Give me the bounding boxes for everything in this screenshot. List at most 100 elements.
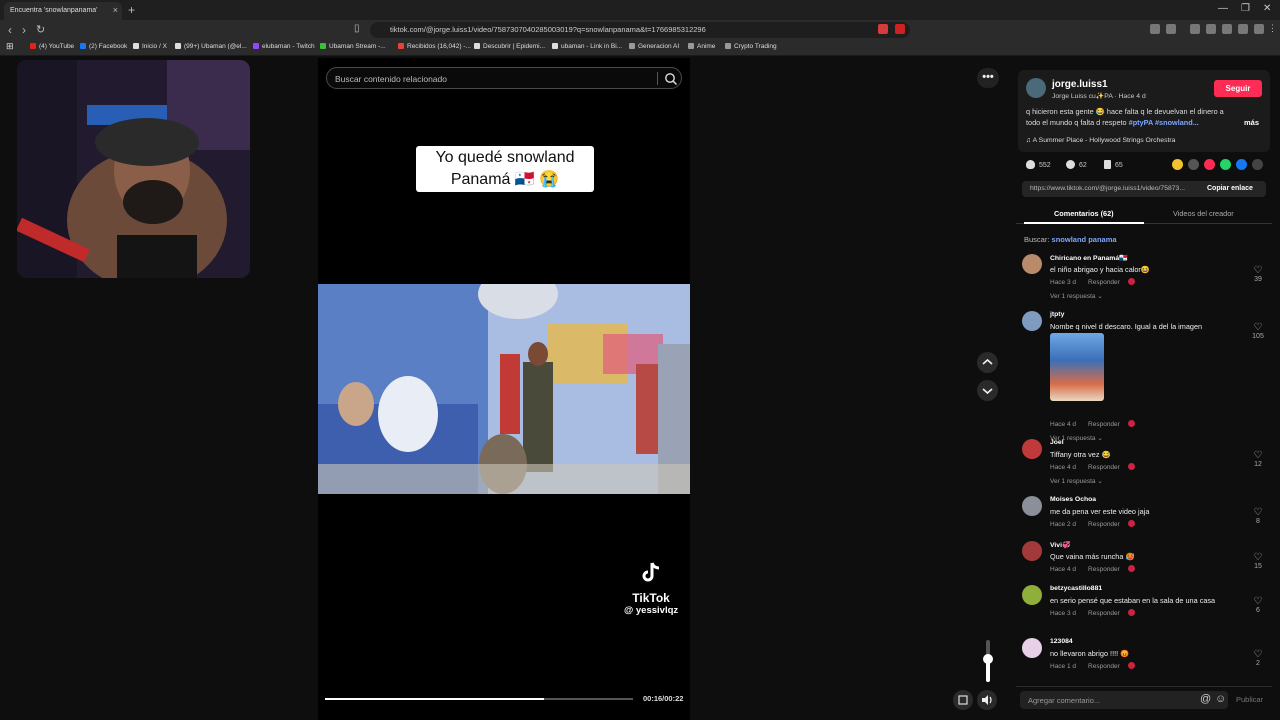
comment-username[interactable]: Moises Ochoa (1050, 496, 1096, 503)
more-options-button[interactable]: ••• (977, 68, 999, 88)
send-icon[interactable] (1204, 159, 1215, 170)
comment-input[interactable]: Agregar comentario... @ ☺ (1020, 691, 1228, 709)
bookmark-item[interactable]: Descubrir | Epidemi... (474, 43, 545, 50)
facebook-icon[interactable] (1236, 159, 1247, 170)
reply-button[interactable]: Responder (1088, 521, 1120, 528)
new-tab-button[interactable]: + (128, 3, 135, 17)
previous-video-button[interactable] (977, 352, 998, 373)
commenter-avatar[interactable] (1022, 638, 1042, 658)
tab-comments[interactable]: Comentarios (62) (1054, 209, 1114, 218)
extension-icon[interactable] (1150, 24, 1160, 34)
search-query[interactable]: snowland panama (1052, 235, 1117, 244)
comment-like[interactable]: ♡ 105 (1248, 323, 1268, 341)
commenter-avatar[interactable] (1022, 496, 1042, 516)
extension-icon[interactable] (1166, 24, 1176, 34)
comment-like[interactable]: ♡ 39 (1248, 266, 1268, 284)
comment-username[interactable]: Chiricano en Panamá🇵🇦 (1050, 254, 1128, 262)
search-icon[interactable] (663, 71, 679, 87)
forward-icon[interactable]: › (22, 23, 26, 37)
forward-icon[interactable] (1252, 159, 1263, 170)
next-video-button[interactable] (977, 380, 998, 401)
extension-icon[interactable] (878, 24, 888, 34)
bookmark-item[interactable]: Inicio / X (133, 43, 167, 50)
comment-username[interactable]: Vivi💞 (1050, 541, 1070, 549)
commenter-avatar[interactable] (1022, 254, 1042, 274)
extension-icon[interactable] (1238, 24, 1248, 34)
minimize-icon[interactable]: — (1218, 3, 1228, 14)
comment-like[interactable]: ♡ 15 (1248, 553, 1268, 571)
reload-icon[interactable]: ↻ (36, 23, 45, 36)
like-stat[interactable]: 552 (1026, 160, 1051, 169)
tab-close-icon[interactable]: × (113, 5, 118, 15)
bookmark-icon[interactable]: ▯ (354, 23, 360, 34)
bookmark-item[interactable]: Generacion AI (629, 43, 679, 50)
commenter-avatar[interactable] (1022, 541, 1042, 561)
bookmark-item[interactable]: (99+) Ubaman (@el... (175, 43, 247, 50)
mention-icon[interactable]: @ (1200, 693, 1211, 705)
comment-like[interactable]: ♡ 8 (1248, 508, 1268, 526)
related-search-field[interactable]: Buscar contenido relacionado (326, 67, 682, 89)
shield-icon[interactable] (1254, 24, 1264, 34)
author-avatar[interactable] (1026, 78, 1046, 98)
video-link[interactable]: https://www.tiktok.com/@jorge.luiss1/vid… (1030, 185, 1198, 192)
view-replies-button[interactable]: Ver 1 respuesta ⌄ (1050, 292, 1103, 300)
reply-button[interactable]: Responder (1088, 566, 1120, 573)
browser-tab[interactable]: Encuentra 'snowlanpanama' × (4, 2, 122, 20)
tab-creator-videos[interactable]: Videos del creador (1173, 209, 1234, 218)
bookmark-item[interactable]: Crypto Trading (725, 43, 777, 50)
sidebar-icon[interactable] (1206, 24, 1216, 34)
pip-button[interactable] (953, 690, 973, 710)
emoji-icon[interactable]: ☺ (1215, 693, 1226, 705)
reply-button[interactable]: Responder (1088, 464, 1120, 471)
bookmark-item[interactable]: Recibidos (16,042) -... (398, 43, 471, 50)
maximize-icon[interactable]: ❐ (1241, 3, 1250, 14)
reply-button[interactable]: Responder (1088, 663, 1120, 670)
reply-button[interactable]: Responder (1088, 279, 1120, 286)
related-search[interactable]: Buscar: snowland panama (1024, 235, 1117, 244)
commenter-avatar[interactable] (1022, 585, 1042, 605)
bookmark-item[interactable]: (4) YouTube (30, 43, 74, 50)
bookmark-item[interactable]: Ubaman Stream -... (320, 43, 386, 50)
volume-knob[interactable] (983, 653, 993, 664)
extension-icon[interactable] (895, 24, 905, 34)
commenter-avatar[interactable] (1022, 311, 1042, 331)
whatsapp-icon[interactable] (1220, 159, 1231, 170)
back-icon[interactable]: ‹ (8, 23, 12, 37)
bookmark-item[interactable]: Anime (688, 43, 715, 50)
comment-username[interactable]: jtpty (1050, 311, 1064, 318)
view-replies-button[interactable]: Ver 1 respuesta ⌄ (1050, 477, 1103, 485)
comment-like[interactable]: ♡ 2 (1248, 650, 1268, 668)
comment-username[interactable]: betzycastillo881 (1050, 585, 1102, 592)
mute-button[interactable] (977, 690, 997, 710)
comment-username[interactable]: Joel (1050, 439, 1064, 446)
menu-icon[interactable]: ⋮ (1268, 23, 1277, 34)
volume-slider[interactable] (983, 640, 993, 682)
reply-button[interactable]: Responder (1088, 421, 1120, 428)
extension-icon[interactable] (1222, 24, 1232, 34)
copy-link-button[interactable]: Copiar enlace (1207, 185, 1253, 192)
close-window-icon[interactable]: ✕ (1263, 3, 1271, 14)
apps-icon[interactable]: ⊞ (6, 41, 14, 52)
embed-icon[interactable] (1188, 159, 1199, 170)
follow-button[interactable]: Seguir (1214, 80, 1262, 97)
author-name[interactable]: jorge.luiss1 (1052, 79, 1108, 90)
bookmark-item[interactable]: ubaman - Link in Bi... (552, 43, 622, 50)
publish-button[interactable]: Publicar (1236, 695, 1263, 704)
music-label[interactable]: ♫ A Summer Place - Hollywood Strings Orc… (1026, 137, 1175, 144)
comment-like[interactable]: ♡ 6 (1248, 597, 1268, 615)
reply-button[interactable]: Responder (1088, 610, 1120, 617)
save-stat[interactable]: 65 (1104, 160, 1123, 169)
comment-image[interactable] (1050, 333, 1104, 401)
video-player[interactable]: Buscar contenido relacionado Yo quedé sn… (318, 58, 690, 720)
comment-username[interactable]: 123084 (1050, 638, 1073, 645)
commenter-avatar[interactable] (1022, 439, 1042, 459)
more-link[interactable]: más (1244, 118, 1259, 127)
url-field[interactable]: tiktok.com/@jorge.luiss1/video/758730704… (370, 22, 910, 38)
share-icon[interactable] (1172, 159, 1183, 170)
media-icon[interactable] (1190, 24, 1200, 34)
bookmark-item[interactable]: (2) Facebook (80, 43, 127, 50)
comment-stat[interactable]: 62 (1066, 160, 1087, 169)
description-tags[interactable]: #ptyPA #snowland... (1129, 118, 1199, 127)
video-progress-bar[interactable] (325, 698, 633, 700)
bookmark-item[interactable]: elubaman - Twitch (253, 43, 315, 50)
